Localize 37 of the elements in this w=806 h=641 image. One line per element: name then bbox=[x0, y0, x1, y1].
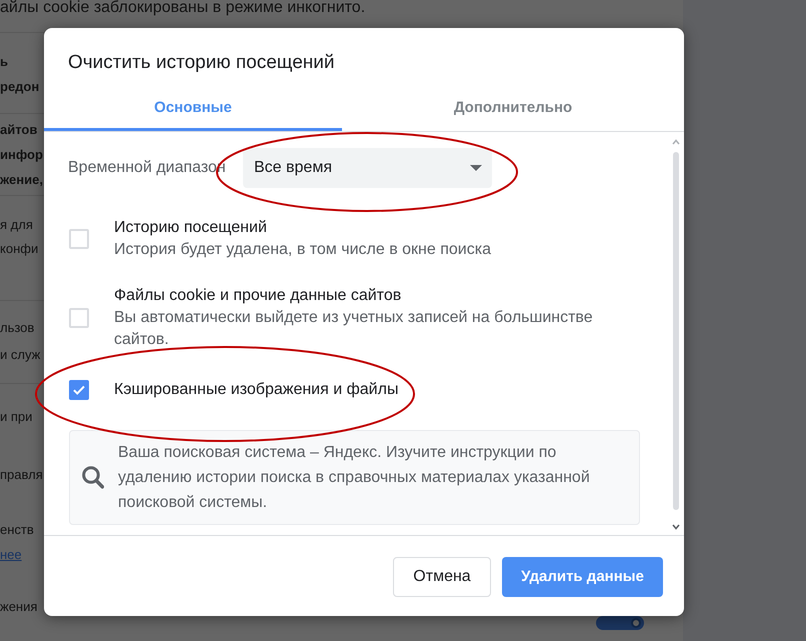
option-title: Историю посещений bbox=[114, 218, 267, 238]
option-description: История будет удалена, в том числе в окне поиска bbox=[114, 240, 492, 260]
tab[interactable]: Основные bbox=[44, 88, 342, 131]
info-text: Ваша поисковая система – Яндекс. Изучите инструкции по удалению истории поиска в справочных материалах указанной поисковой системы. bbox=[118, 443, 591, 513]
chevron-up-icon[interactable] bbox=[672, 139, 680, 145]
checkmark-icon bbox=[73, 385, 85, 395]
dialog-title: Очистить историю посещений bbox=[68, 51, 334, 75]
caret-icon bbox=[470, 165, 482, 171]
page-text: редон bbox=[0, 78, 40, 96]
option-description: Вы автоматически выйдете из учетных записей на большинстве сайтов. bbox=[114, 308, 594, 350]
chevron-down-icon[interactable] bbox=[672, 524, 680, 530]
delete-data-button[interactable]: Удалить данные bbox=[502, 557, 663, 597]
page-text: инфор bbox=[0, 146, 43, 164]
search-icon bbox=[82, 466, 104, 489]
time-range-dropdown[interactable]: Все время bbox=[243, 148, 492, 188]
page-text: льзов bbox=[0, 319, 34, 337]
text-link[interactable]: нее bbox=[0, 545, 22, 565]
page-text: и служ bbox=[0, 346, 40, 364]
page-text: ь bbox=[0, 53, 8, 71]
page-text: правля bbox=[0, 466, 43, 484]
page-text: конфи bbox=[0, 240, 38, 258]
page-text: айлы cookie заблокированы в режиме инкогнито. bbox=[0, 0, 366, 16]
option-title: Кэшированные изображения и файлы bbox=[114, 380, 398, 400]
page-text: я для bbox=[0, 216, 33, 234]
checkbox[interactable] bbox=[69, 380, 89, 400]
tab[interactable]: Дополнительно bbox=[342, 88, 684, 131]
page-text: енств bbox=[0, 521, 34, 539]
cancel-button[interactable]: Отмена bbox=[393, 557, 491, 597]
page-text: айтов bbox=[0, 121, 38, 139]
checkbox[interactable] bbox=[69, 229, 89, 249]
page-text: жения bbox=[0, 598, 38, 616]
option-title: Файлы cookie и прочие данные сайтов bbox=[114, 286, 402, 306]
page-text: жение, bbox=[0, 171, 43, 189]
page-text: и при bbox=[0, 408, 32, 426]
checkbox[interactable] bbox=[69, 308, 89, 328]
toggle-switch[interactable] bbox=[596, 616, 644, 630]
scrollbar-thumb[interactable] bbox=[673, 152, 679, 510]
